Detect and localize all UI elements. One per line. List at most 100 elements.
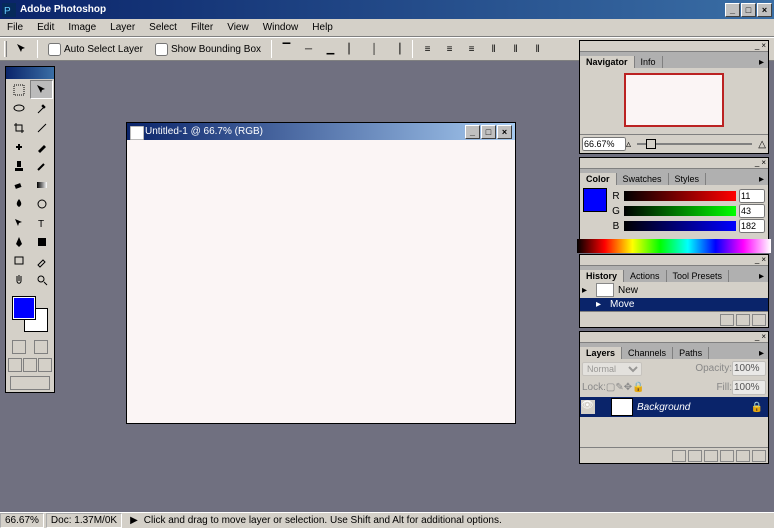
zoom-in-icon[interactable]: △ <box>758 139 766 150</box>
distribute-vcenter-button[interactable]: ≡ <box>439 40 460 59</box>
palette-menu-icon[interactable]: ▸ <box>755 348 768 359</box>
document-titlebar[interactable]: Untitled-1 @ 66.7% (RGB) _ □ × <box>127 123 515 140</box>
r-input[interactable] <box>739 189 765 203</box>
doc-maximize-button[interactable]: □ <box>481 125 496 139</box>
align-left-button[interactable]: ▏ <box>342 40 363 59</box>
align-bottom-button[interactable]: ▁ <box>320 40 341 59</box>
layer-row[interactable]: 👁 Background 🔒 <box>580 397 768 417</box>
blend-mode-select[interactable]: Normal <box>582 362 642 376</box>
status-doc[interactable]: Doc: 1.37M/0K <box>46 513 122 528</box>
close-button[interactable]: × <box>757 3 772 17</box>
lasso-tool[interactable] <box>7 99 30 118</box>
crop-tool[interactable] <box>7 118 30 137</box>
menu-file[interactable]: File <box>0 20 30 35</box>
palette-minimize-icon[interactable]: _ <box>755 41 759 51</box>
tab-channels[interactable]: Channels <box>622 347 673 359</box>
tab-styles[interactable]: Styles <box>669 173 707 185</box>
doc-minimize-button[interactable]: _ <box>465 125 480 139</box>
jump-to-imageready-button[interactable] <box>10 376 50 390</box>
pen-tool[interactable] <box>7 232 30 251</box>
color-spectrum[interactable] <box>577 239 771 253</box>
palette-minimize-icon[interactable]: _ <box>755 158 759 168</box>
eraser-tool[interactable] <box>7 175 30 194</box>
canvas[interactable] <box>127 140 515 423</box>
tab-actions[interactable]: Actions <box>624 270 667 282</box>
b-slider[interactable] <box>624 221 736 231</box>
align-top-button[interactable]: ▔ <box>276 40 297 59</box>
palette-menu-icon[interactable]: ▸ <box>755 57 768 68</box>
distribute-top-button[interactable]: ≡ <box>417 40 438 59</box>
doc-close-button[interactable]: × <box>497 125 512 139</box>
tab-navigator[interactable]: Navigator <box>580 56 635 68</box>
zoom-input[interactable] <box>582 137 626 151</box>
quickmask-mode-button[interactable] <box>34 340 48 354</box>
zoom-slider[interactable] <box>637 138 752 150</box>
menu-layer[interactable]: Layer <box>103 20 142 35</box>
lock-all-icon[interactable]: 🔒 <box>632 382 644 393</box>
marquee-tool[interactable] <box>7 80 30 99</box>
delete-layer-button[interactable] <box>752 450 766 462</box>
toolbox-header[interactable] <box>6 67 54 79</box>
tool-preset-picker[interactable] <box>11 40 32 59</box>
lock-paint-icon[interactable]: ✎ <box>615 382 623 393</box>
foreground-color[interactable] <box>12 296 36 320</box>
gradient-tool[interactable] <box>30 175 53 194</box>
menu-image[interactable]: Image <box>61 20 103 35</box>
layer-thumbnail[interactable] <box>611 398 633 416</box>
tab-layers[interactable]: Layers <box>580 347 622 359</box>
new-layer-button[interactable] <box>736 450 750 462</box>
minimize-button[interactable]: _ <box>725 3 740 17</box>
standard-mode-button[interactable] <box>12 340 26 354</box>
move-tool[interactable] <box>30 80 53 99</box>
align-right-button[interactable]: ▕ <box>386 40 407 59</box>
tab-tool-presets[interactable]: Tool Presets <box>667 270 730 282</box>
eyedropper-tool[interactable] <box>30 251 53 270</box>
status-arrow-icon[interactable]: ▶ <box>130 515 138 526</box>
menu-help[interactable]: Help <box>305 20 340 35</box>
color-preview[interactable] <box>583 188 607 212</box>
screen-mode-1[interactable] <box>8 358 22 372</box>
palette-close-icon[interactable]: × <box>761 158 766 168</box>
maximize-button[interactable]: □ <box>741 3 756 17</box>
distribute-right-button[interactable]: ‖ <box>527 40 548 59</box>
palette-close-icon[interactable]: × <box>761 41 766 51</box>
screen-mode-2[interactable] <box>23 358 37 372</box>
visibility-icon[interactable]: 👁 <box>581 400 595 414</box>
stamp-tool[interactable] <box>7 156 30 175</box>
distribute-hcenter-button[interactable]: ‖ <box>505 40 526 59</box>
tab-info[interactable]: Info <box>635 56 663 68</box>
color-swatches[interactable] <box>12 296 48 332</box>
align-hcenter-button[interactable]: │ <box>364 40 385 59</box>
new-set-button[interactable] <box>704 450 718 462</box>
g-slider[interactable] <box>624 206 736 216</box>
tab-paths[interactable]: Paths <box>673 347 709 359</box>
menu-view[interactable]: View <box>220 20 256 35</box>
b-input[interactable] <box>739 219 765 233</box>
menu-window[interactable]: Window <box>256 20 306 35</box>
heal-tool[interactable] <box>7 137 30 156</box>
lock-move-icon[interactable]: ✥ <box>624 382 632 393</box>
blur-tool[interactable] <box>7 194 30 213</box>
align-vcenter-button[interactable]: ─ <box>298 40 319 59</box>
menu-filter[interactable]: Filter <box>184 20 220 35</box>
slice-tool[interactable] <box>30 118 53 137</box>
layer-mask-button[interactable] <box>688 450 702 462</box>
history-brush-tool[interactable] <box>30 156 53 175</box>
palette-minimize-icon[interactable]: _ <box>755 332 759 342</box>
palette-close-icon[interactable]: × <box>761 332 766 342</box>
auto-select-checkbox[interactable]: Auto Select Layer <box>48 43 143 56</box>
g-input[interactable] <box>739 204 765 218</box>
shape-tool[interactable] <box>30 232 53 251</box>
zoom-tool[interactable] <box>30 270 53 289</box>
wand-tool[interactable] <box>30 99 53 118</box>
tab-color[interactable]: Color <box>580 173 617 185</box>
new-snapshot-button[interactable] <box>720 314 734 326</box>
history-source[interactable]: ▸New <box>580 282 768 298</box>
type-tool[interactable]: T <box>30 213 53 232</box>
zoom-out-icon[interactable]: ▵ <box>626 139 631 150</box>
status-zoom[interactable]: 66.67% <box>0 513 44 528</box>
path-select-tool[interactable] <box>7 213 30 232</box>
opacity-input[interactable] <box>732 361 766 376</box>
brush-tool[interactable] <box>30 137 53 156</box>
history-state[interactable]: ▸Move <box>580 298 768 311</box>
